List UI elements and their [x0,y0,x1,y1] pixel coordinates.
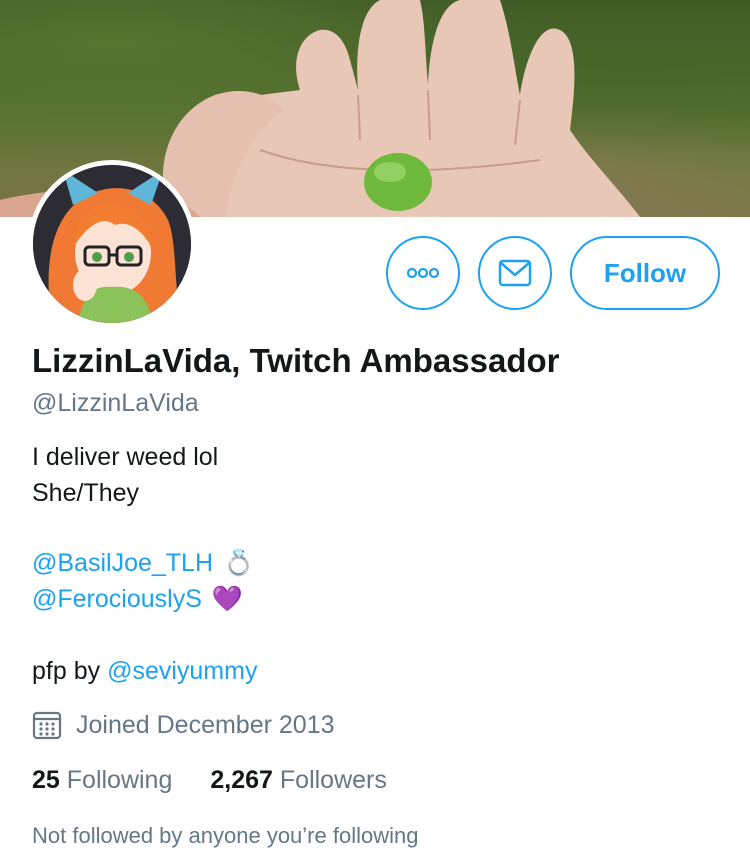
envelope-icon [498,259,532,287]
mention-text[interactable]: @BasilJoe_TLH [32,549,213,578]
followers-count: 2,267 [210,766,273,794]
bio-line: I deliver weed lol [32,443,219,471]
more-horizontal-icon [406,267,440,279]
bio-mention-link[interactable]: @FerociouslyS 💜 [32,585,243,614]
joined-date: Joined December 2013 [32,710,335,740]
ring-emoji: 💍 [223,549,255,577]
purple-heart-emoji: 💜 [211,585,244,613]
avatar-illustration [33,165,191,323]
display-name: LizzinLaVida, Twitch Ambassador [32,342,560,379]
following-link[interactable]: 25 Following [32,766,172,795]
followers-label: Followers [279,766,387,794]
calendar-icon [32,711,62,740]
bio-pronouns: She/They [32,479,140,507]
pfp-credit-prefix: pfp by [32,657,108,685]
profile-avatar[interactable] [28,160,196,328]
direct-message-button[interactable] [478,236,552,310]
pfp-credit-link[interactable]: @seviyummy [107,657,257,685]
pfp-credit: pfp by @seviyummy [32,657,257,686]
following-count: 25 [32,766,60,794]
following-label: Following [66,766,173,794]
bio-mention-link[interactable]: @BasilJoe_TLH 💍 [32,549,254,578]
followed-by-context: Not followed by anyone you’re following [32,823,419,848]
mention-text[interactable]: @FerociouslyS [32,585,202,614]
follow-button[interactable]: Follow [570,236,720,310]
more-options-button[interactable] [386,236,460,310]
user-handle: @LizzinLaVida [32,389,199,417]
joined-text: Joined December 2013 [76,710,335,739]
follow-stats: 25 Following 2,267 Followers [32,766,425,795]
followers-link[interactable]: 2,267 Followers [210,766,387,795]
